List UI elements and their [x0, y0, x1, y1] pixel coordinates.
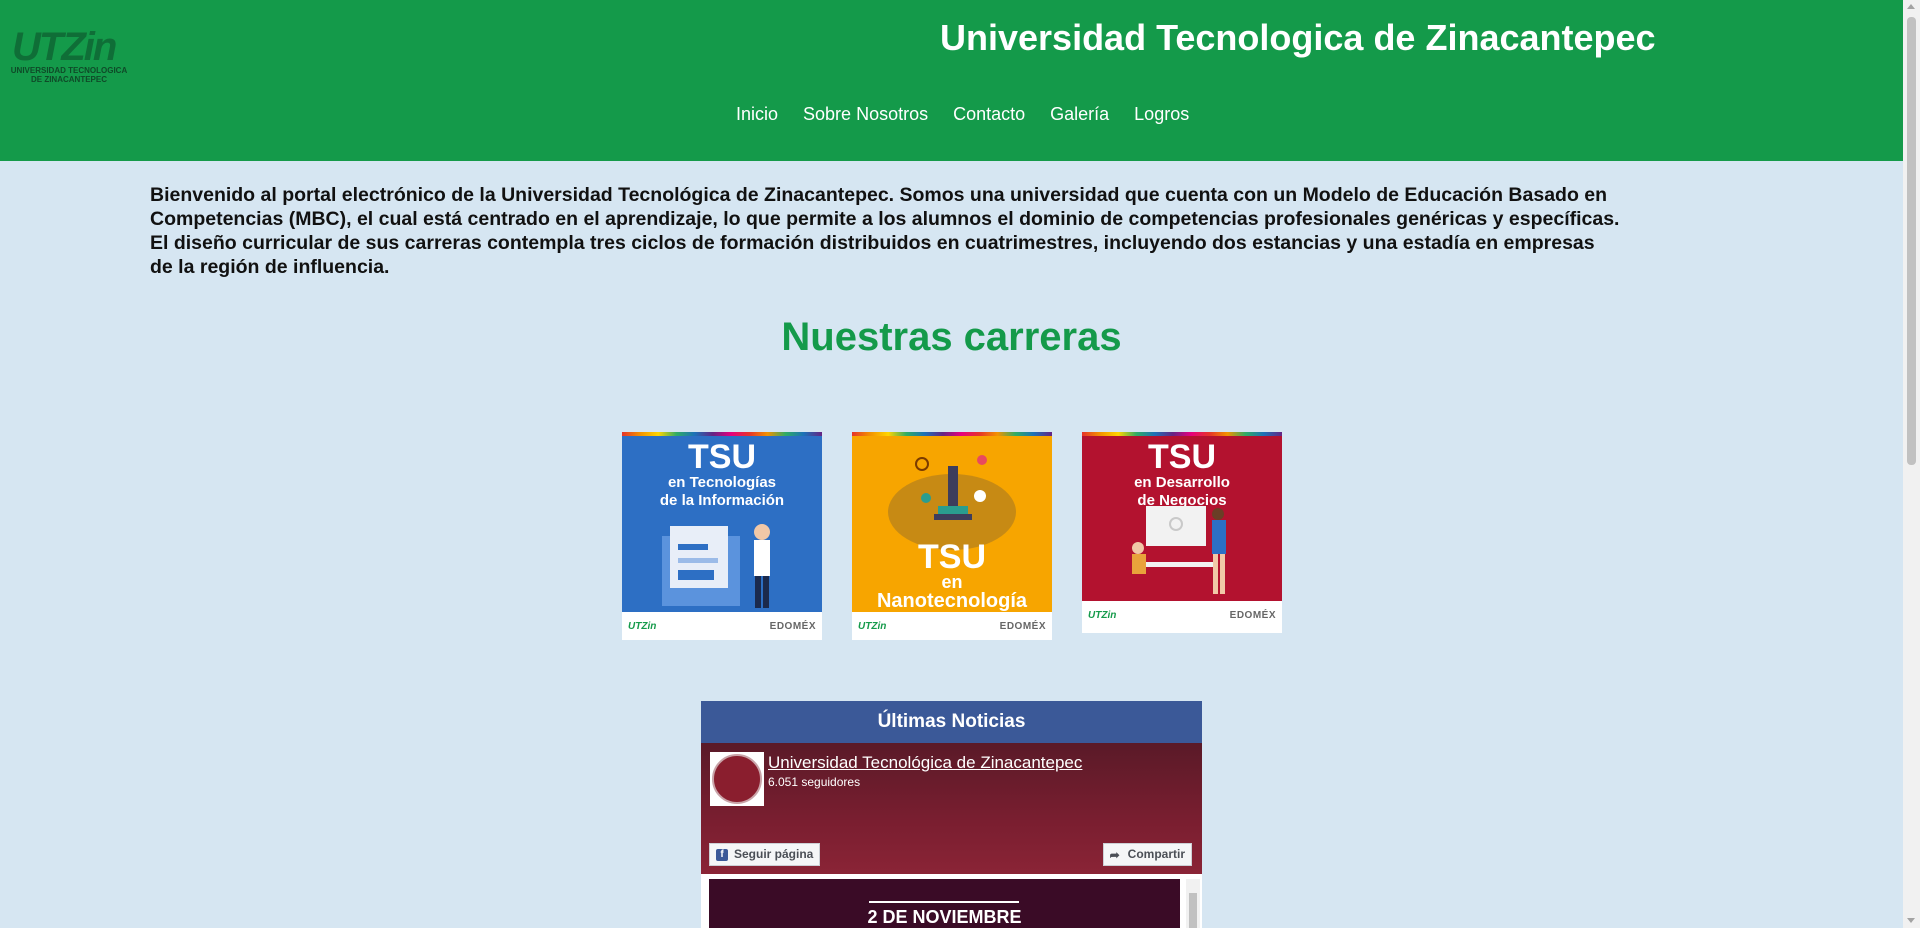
nav-inicio[interactable]: Inicio	[736, 104, 778, 125]
fb-share-button[interactable]: ➦ Compartir	[1102, 843, 1192, 866]
logo-mark: UTZin	[12, 25, 117, 69]
scrollbar-thumb[interactable]	[1907, 17, 1916, 465]
career-footer: UTZin EDOMÉX	[1082, 601, 1282, 629]
career-line1: en Desarrollo	[1134, 474, 1230, 491]
news-title: Últimas Noticias	[701, 701, 1202, 743]
nav-sobre-nosotros[interactable]: Sobre Nosotros	[803, 104, 928, 125]
career-footer: UTZin EDOMÉX	[622, 612, 822, 640]
career-art: TSU en Tecnologías de la Información	[622, 436, 822, 612]
site-header: UTZin UNIVERSIDAD TECNOLOGICA DE ZINACAN…	[0, 0, 1903, 161]
microscope-icon	[915, 455, 987, 520]
nav-logros[interactable]: Logros	[1134, 104, 1189, 125]
fb-follow-label: Seguir página	[734, 847, 814, 861]
careers-heading: Nuestras carreras	[781, 315, 1122, 359]
career-card-negocios[interactable]: TSU en Desarrollo de Negocios UTZin EDOM…	[1082, 432, 1282, 633]
page-scrollbar[interactable]	[1903, 0, 1920, 928]
career-footer-right: EDOMÉX	[999, 620, 1046, 632]
fb-cover: Universidad Tecnológica de Zinacantepec …	[701, 743, 1202, 874]
fb-follow-button[interactable]: f Seguir página	[709, 843, 821, 866]
career-card-nano[interactable]: TSU en Nanotecnología UTZin EDOMÉX	[852, 432, 1052, 640]
site-title: Universidad Tecnologica de Zinacantepec	[940, 17, 1656, 58]
business-illustration-icon	[1132, 506, 1226, 594]
career-footer-right: EDOMÉX	[769, 620, 816, 632]
post-headline: 2 DE NOVIEMBRE	[867, 907, 1022, 927]
nav-contacto[interactable]: Contacto	[953, 104, 1025, 125]
it-illustration-icon	[662, 524, 770, 608]
fb-feed-scrollbar[interactable]	[1186, 879, 1200, 928]
intro-paragraph: Bienvenido al portal electrónico de la U…	[150, 184, 1620, 278]
career-footer: UTZin EDOMÉX	[852, 612, 1052, 640]
career-title-block: TSU en Nanotecnología	[852, 540, 1052, 612]
post-rule	[869, 901, 1019, 903]
career-art: TSU en Desarrollo de Negocios	[1082, 436, 1282, 601]
nav-galeria[interactable]: Galería	[1050, 104, 1109, 125]
scroll-up-icon[interactable]	[1907, 4, 1915, 9]
career-line1: en	[941, 572, 963, 592]
career-line2: Nanotecnología	[876, 590, 1027, 612]
career-tsu: TSU	[918, 538, 986, 576]
career-art: TSU en Nanotecnología	[852, 436, 1052, 612]
utzin-logo[interactable]: UTZin UNIVERSIDAD TECNOLOGICA DE ZINACAN…	[8, 25, 130, 84]
career-line1: en Tecnologías	[667, 474, 777, 491]
fb-page-name[interactable]: Universidad Tecnológica de Zinacantepec	[768, 753, 1082, 773]
career-footer-right: EDOMÉX	[1229, 609, 1276, 621]
main-nav: Inicio Sobre Nosotros Contacto Galería L…	[736, 104, 1214, 125]
fb-followers-count: 6.051 seguidores	[768, 775, 861, 789]
career-footer-left: UTZin	[858, 620, 887, 632]
news-widget: Últimas Noticias Universidad Tecnológica…	[701, 701, 1202, 928]
facebook-icon: f	[716, 849, 728, 861]
career-tsu: TSU	[688, 438, 756, 476]
career-footer-left: UTZin	[628, 620, 657, 632]
logo-subtitle: UNIVERSIDAD TECNOLOGICA DE ZINACANTEPEC	[10, 66, 128, 84]
career-line2: de la Información	[659, 492, 785, 509]
share-icon: ➦	[1109, 848, 1120, 862]
scroll-down-icon[interactable]	[1907, 918, 1915, 923]
career-card-ti[interactable]: TSU en Tecnologías de la Información UTZ…	[622, 432, 822, 640]
career-footer-left: UTZin	[1088, 609, 1117, 621]
fb-post-image[interactable]: 2 DE NOVIEMBRE	[709, 879, 1180, 928]
fb-page-avatar[interactable]	[710, 752, 764, 806]
fb-share-label: Compartir	[1127, 847, 1185, 861]
career-tsu: TSU	[1148, 438, 1216, 476]
